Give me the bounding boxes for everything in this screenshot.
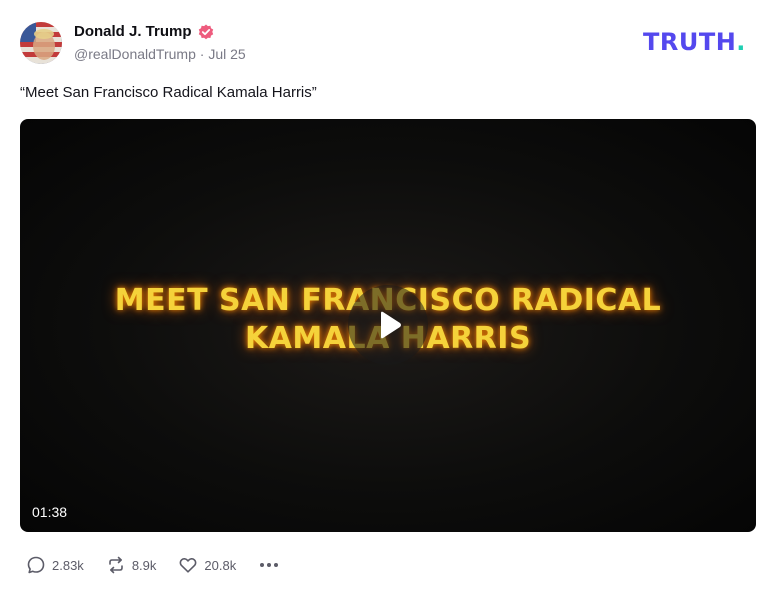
video-duration: 01:38 (32, 504, 68, 520)
comment-icon (27, 556, 45, 574)
brand-dot: . (736, 28, 746, 56)
heart-icon (179, 558, 197, 573)
reply-count: 2.83k (52, 557, 84, 573)
more-icon (260, 563, 279, 567)
repost-icon (109, 556, 123, 574)
post-date[interactable]: Jul 25 (208, 46, 245, 62)
retruth-count: 8.9k (131, 557, 157, 573)
like-count: 20.8k (204, 557, 237, 573)
retruth-button[interactable]: 8.9k (106, 555, 157, 575)
post-text: “Meet San Francisco Radical Kamala Harri… (20, 84, 317, 101)
like-button[interactable]: 20.8k (178, 555, 236, 575)
avatar[interactable] (20, 22, 62, 64)
verified-badge-icon (198, 24, 213, 39)
post-actions: 2.83k 8.9k 20.8k (26, 555, 280, 575)
author-handle[interactable]: @realDonaldTrump (74, 46, 196, 62)
more-options-button[interactable] (258, 555, 280, 575)
play-button[interactable] (348, 285, 428, 365)
post-meta: @realDonaldTrump · Jul 25 (74, 46, 246, 62)
author-name[interactable]: Donald J. Trump (74, 23, 192, 40)
meta-separator: · (199, 46, 205, 62)
truth-logo[interactable]: TRUTH. (643, 28, 746, 56)
play-icon (381, 311, 401, 339)
brand-name: TRUTH (643, 28, 737, 56)
author-name-row[interactable]: Donald J. Trump (74, 23, 214, 40)
video-player[interactable]: MEET SAN FRANCISCO RADICAL KAMALA HARRIS… (20, 119, 756, 532)
reply-button[interactable]: 2.83k (26, 555, 84, 575)
